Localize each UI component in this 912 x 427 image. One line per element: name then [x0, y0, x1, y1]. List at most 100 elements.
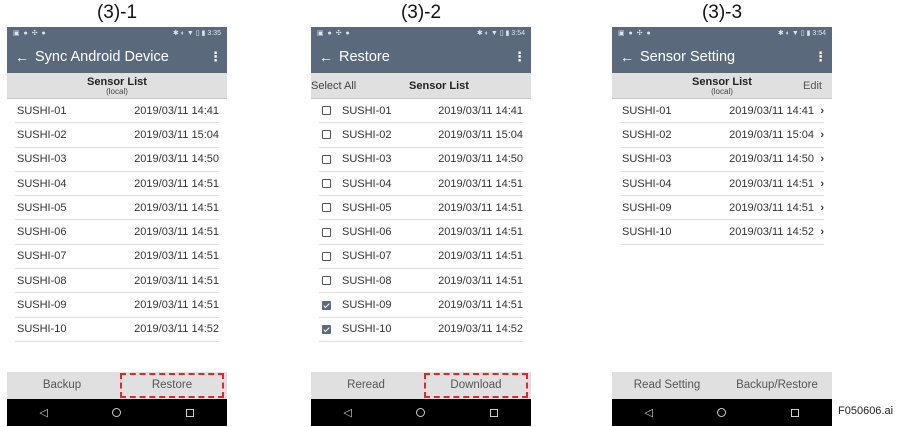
- back-arrow-icon[interactable]: ←: [319, 49, 339, 65]
- list-item[interactable]: SUSHI-10 2019/03/11 14:52 ›: [620, 220, 824, 245]
- list-item[interactable]: SUSHI-09 2019/03/11 14:51: [319, 293, 523, 318]
- reread-button[interactable]: Reread: [311, 372, 421, 399]
- back-arrow-icon[interactable]: ←: [620, 49, 640, 65]
- sensor-name: SUSHI-04: [17, 177, 67, 190]
- list-item[interactable]: SUSHI-06 2019/03/11 14:51: [15, 220, 219, 245]
- sensor-timestamp: 2019/03/11 14:51: [134, 299, 219, 312]
- panel-label-1: (3)-1: [96, 2, 138, 23]
- checkbox-checked[interactable]: [322, 324, 331, 334]
- sensor-timestamp: 2019/03/11 14:51: [134, 250, 219, 263]
- nav-back-icon[interactable]: ◁: [333, 406, 363, 419]
- list-item[interactable]: SUSHI-07 2019/03/11 14:51: [319, 245, 523, 270]
- sensor-name: SUSHI-09: [17, 299, 67, 312]
- sensor-name: SUSHI-02: [342, 128, 392, 141]
- backup-restore-button[interactable]: Backup/Restore: [722, 372, 832, 399]
- nav-recents-icon[interactable]: [479, 408, 509, 417]
- sensor-timestamp: 2019/03/11 14:50: [134, 153, 219, 166]
- sensor-timestamp: 2019/03/11 14:51: [729, 201, 814, 214]
- checkbox[interactable]: [322, 276, 331, 286]
- screen-title: Sync Android Device: [35, 49, 169, 65]
- list-item[interactable]: SUSHI-04 2019/03/11 14:51: [319, 172, 523, 197]
- list-item[interactable]: SUSHI-06 2019/03/11 14:51: [319, 220, 523, 245]
- nav-back-icon[interactable]: ◁: [634, 406, 664, 419]
- checkbox[interactable]: [322, 227, 331, 237]
- sensor-timestamp: 2019/03/11 14:52: [729, 226, 814, 239]
- android-nav-bar: ◁: [612, 399, 832, 426]
- sensor-name: SUSHI-09: [622, 201, 672, 214]
- figure-code: F050606.ai: [838, 405, 894, 417]
- list-title: Sensor List: [409, 80, 469, 92]
- sensor-name: SUSHI-10: [622, 226, 672, 239]
- sensor-timestamp: 2019/03/11 14:51: [134, 177, 219, 190]
- checkbox-checked[interactable]: [322, 300, 331, 310]
- list-item[interactable]: SUSHI-09 2019/03/11 14:51: [15, 293, 219, 318]
- sensor-name: SUSHI-09: [342, 299, 392, 312]
- phone-screen-sync: ▣ ● ✣ ● ✱ ◐ ▼ ▯ ▮ 3:35 ← Sync Android De…: [7, 27, 227, 426]
- list-item[interactable]: SUSHI-01 2019/03/11 14:41: [319, 99, 523, 124]
- list-item[interactable]: SUSHI-08 2019/03/11 14:51: [15, 269, 219, 294]
- edit-button[interactable]: Edit: [803, 73, 822, 99]
- status-icons-left: ▣ ● ✣ ●: [13, 30, 47, 37]
- status-bar: ▣ ● ✣ ● ✱ ◐ ▼ ▯ ▮ 3:54: [311, 27, 531, 41]
- sensor-name: SUSHI-05: [17, 201, 67, 214]
- restore-button[interactable]: Restore: [117, 372, 227, 399]
- list-item[interactable]: SUSHI-02 2019/03/11 15:04 ›: [620, 123, 824, 148]
- checkbox[interactable]: [322, 203, 331, 213]
- list-item[interactable]: SUSHI-05 2019/03/11 14:51: [15, 196, 219, 221]
- sensor-name: SUSHI-04: [622, 177, 672, 190]
- read-setting-button[interactable]: Read Setting: [612, 372, 722, 399]
- sensor-name: SUSHI-07: [342, 250, 392, 263]
- list-item[interactable]: SUSHI-10 2019/03/11 14:52: [319, 318, 523, 342]
- checkbox[interactable]: [322, 130, 331, 140]
- list-item[interactable]: SUSHI-03 2019/03/11 14:50 ›: [620, 148, 824, 172]
- chevron-right-icon: ›: [820, 128, 824, 141]
- list-item[interactable]: SUSHI-05 2019/03/11 14:51: [319, 196, 523, 221]
- sensor-timestamp: 2019/03/11 14:41: [134, 104, 219, 117]
- list-item[interactable]: SUSHI-02 2019/03/11 15:04: [319, 123, 523, 148]
- back-arrow-icon[interactable]: ←: [15, 49, 35, 65]
- android-nav-bar: ◁: [311, 399, 531, 426]
- sensor-timestamp: 2019/03/11 14:51: [438, 201, 523, 214]
- checkbox[interactable]: [322, 154, 331, 164]
- overflow-menu-icon[interactable]: ⋮: [513, 49, 526, 65]
- nav-home-icon[interactable]: [102, 408, 132, 417]
- list-item[interactable]: SUSHI-09 2019/03/11 14:51 ›: [620, 196, 824, 221]
- list-item[interactable]: SUSHI-03 2019/03/11 14:50: [15, 148, 219, 172]
- sensor-name: SUSHI-04: [342, 177, 392, 190]
- panel-label-3: (3)-3: [701, 2, 743, 23]
- overflow-menu-icon[interactable]: ⋮: [814, 49, 827, 65]
- list-header: Sensor List (local): [7, 73, 227, 99]
- panel-label-2: (3)-2: [400, 2, 442, 23]
- chevron-right-icon: ›: [820, 153, 824, 166]
- list-item[interactable]: SUSHI-07 2019/03/11 14:51: [15, 245, 219, 270]
- checkbox[interactable]: [322, 106, 331, 116]
- screen-title: Restore: [339, 49, 390, 65]
- chevron-right-icon: ›: [820, 177, 824, 190]
- list-item[interactable]: SUSHI-01 2019/03/11 14:41 ›: [620, 99, 824, 124]
- list-item[interactable]: SUSHI-08 2019/03/11 14:51: [319, 269, 523, 294]
- sensor-timestamp: 2019/03/11 14:51: [134, 201, 219, 214]
- nav-recents-icon[interactable]: [780, 408, 810, 417]
- nav-home-icon[interactable]: [406, 408, 436, 417]
- nav-home-icon[interactable]: [707, 408, 737, 417]
- sensor-timestamp: 2019/03/11 14:51: [438, 274, 523, 287]
- backup-button[interactable]: Backup: [7, 372, 117, 399]
- action-bar: Backup Restore: [7, 372, 227, 399]
- sensor-name: SUSHI-01: [622, 104, 672, 117]
- status-icons-left: ▣ ● ✣ ●: [317, 30, 351, 37]
- nav-recents-icon[interactable]: [175, 408, 205, 417]
- download-button[interactable]: Download: [421, 372, 531, 399]
- checkbox[interactable]: [322, 179, 331, 189]
- overflow-menu-icon[interactable]: ⋮: [209, 49, 222, 65]
- status-bar: ▣ ● ✣ ● ✱ ◐ ▼ ▯ ▮ 3:35: [7, 27, 227, 41]
- list-item[interactable]: SUSHI-04 2019/03/11 14:51 ›: [620, 172, 824, 197]
- chevron-right-icon: ›: [820, 226, 824, 239]
- sensor-name: SUSHI-02: [622, 128, 672, 141]
- nav-back-icon[interactable]: ◁: [29, 406, 59, 419]
- list-item[interactable]: SUSHI-02 2019/03/11 15:04: [15, 123, 219, 148]
- checkbox[interactable]: [322, 251, 331, 261]
- list-item[interactable]: SUSHI-04 2019/03/11 14:51: [15, 172, 219, 197]
- list-item[interactable]: SUSHI-01 2019/03/11 14:41: [15, 99, 219, 124]
- list-item[interactable]: SUSHI-03 2019/03/11 14:50: [319, 148, 523, 172]
- list-item[interactable]: SUSHI-10 2019/03/11 14:52: [15, 318, 219, 342]
